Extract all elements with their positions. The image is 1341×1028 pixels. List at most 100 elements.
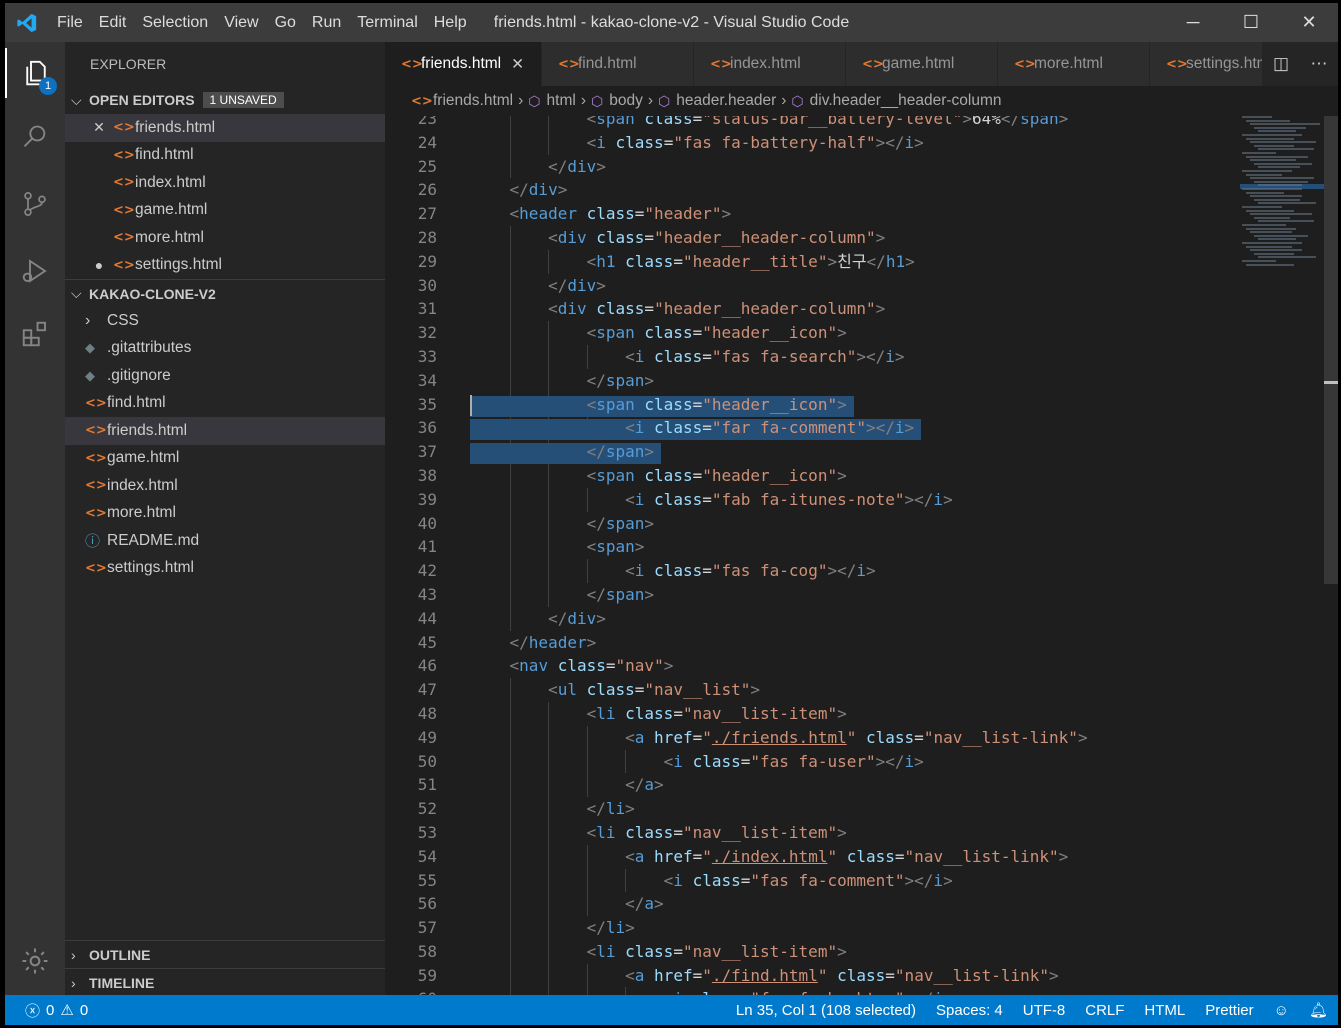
code-line: 60 <i class="fas fa-hashtag"></i>: [385, 987, 1235, 995]
minimize-icon[interactable]: ─: [1164, 3, 1222, 42]
menu-terminal[interactable]: Terminal: [349, 3, 425, 42]
file-item[interactable]: <> game.html: [65, 445, 385, 473]
open-editor-item[interactable]: <> index.html: [65, 169, 385, 197]
tab-index[interactable]: <> index.html: [694, 42, 846, 86]
line-number: 52: [417, 799, 437, 819]
unsaved-badge: 1 UNSAVED: [202, 92, 284, 108]
minimap-line: [1254, 126, 1306, 129]
search-icon[interactable]: [5, 112, 65, 162]
code-text: </li>: [586, 799, 635, 819]
tab-game[interactable]: <> game.html: [846, 42, 998, 86]
project-header[interactable]: ⌵ KAKAO-CLONE-V2: [65, 279, 385, 307]
open-editor-item[interactable]: <> more.html: [65, 224, 385, 252]
line-number: 38: [417, 465, 437, 485]
code-editor[interactable]: 23 <span class="status-bar__battery-leve…: [385, 116, 1338, 995]
vertical-scrollbar[interactable]: [1324, 116, 1338, 995]
file-item[interactable]: ⓘ README.md: [65, 527, 385, 555]
line-number: 54: [417, 846, 437, 866]
scrollbar-thumb[interactable]: [1324, 116, 1338, 584]
menu-view[interactable]: View: [216, 3, 266, 42]
split-editor-icon[interactable]: ◫: [1262, 54, 1300, 74]
open-editor-item[interactable]: ● <> settings.html: [65, 252, 385, 280]
run-debug-icon[interactable]: [5, 246, 65, 296]
chevron-down-icon: ⌵: [71, 285, 82, 301]
menu-help[interactable]: Help: [426, 3, 475, 42]
file-item[interactable]: ◆ .gitattributes: [65, 335, 385, 363]
prettier-status[interactable]: Prettier: [1195, 1002, 1263, 1019]
breadcrumb-item[interactable]: ⬡ header.header: [658, 92, 776, 110]
file-item[interactable]: <> friends.html: [65, 417, 385, 445]
code-line: 47 <ul class="nav__list">: [385, 678, 1235, 702]
close-window-icon[interactable]: ✕: [1280, 3, 1338, 42]
code-text: <i class="fas fa-hashtag"></i>: [471, 987, 953, 995]
cursor-position[interactable]: Ln 35, Col 1 (108 selected): [726, 1002, 926, 1019]
more-actions-icon[interactable]: ⋯: [1300, 54, 1338, 74]
file-item[interactable]: ◆ .gitignore: [65, 362, 385, 390]
explorer-icon[interactable]: 1: [5, 48, 65, 98]
breadcrumb-item[interactable]: ⬡ div.header__header-column: [791, 92, 1001, 110]
menu-selection[interactable]: Selection: [134, 3, 216, 42]
menu-run[interactable]: Run: [304, 3, 349, 42]
minimap-line: [1246, 119, 1290, 122]
html-file-icon: <>: [113, 147, 135, 163]
folder-item[interactable]: › CSS: [65, 307, 385, 335]
open-editor-item[interactable]: <> game.html: [65, 197, 385, 225]
line-endings[interactable]: CRLF: [1075, 1002, 1134, 1019]
minimap-line: [1254, 252, 1294, 255]
minimap-line: [1246, 209, 1294, 212]
file-name: game.html: [135, 201, 208, 219]
problems-indicator[interactable]: ⓧ 0 ⚠ 0: [5, 1000, 88, 1021]
extensions-icon[interactable]: [5, 309, 65, 359]
encoding[interactable]: UTF-8: [1013, 1002, 1076, 1019]
outline-header[interactable]: › OUTLINE: [65, 940, 385, 968]
html-file-icon: <>: [710, 56, 732, 72]
notifications-bell-icon[interactable]: 🔔︎: [1299, 1001, 1338, 1019]
file-item[interactable]: <> settings.html: [65, 555, 385, 583]
breadcrumb-item[interactable]: <> friends.html: [411, 92, 513, 110]
tab-friends[interactable]: <> friends.html ✕: [385, 42, 542, 86]
menu-go[interactable]: Go: [267, 3, 304, 42]
file-item[interactable]: <> more.html: [65, 500, 385, 528]
menu-edit[interactable]: Edit: [91, 3, 135, 42]
element-cube-icon: ⬡: [658, 92, 671, 109]
file-name: friends.html: [107, 421, 188, 439]
file-item[interactable]: <> find.html: [65, 390, 385, 418]
error-count: 0: [46, 1001, 55, 1019]
breadcrumb-item[interactable]: ⬡ body: [591, 92, 643, 110]
breadcrumb-item[interactable]: ⬡ html: [528, 92, 576, 110]
tab-more[interactable]: <> more.html: [998, 42, 1150, 86]
code-line: 53 <li class="nav__list-item">: [385, 820, 1235, 845]
tab-label: index.html: [730, 55, 801, 72]
line-number: 55: [417, 870, 437, 890]
file-item[interactable]: <> index.html: [65, 472, 385, 500]
code-line: 39 <i class="fab fa-itunes-note"></i>: [385, 487, 1235, 512]
maximize-icon[interactable]: ☐: [1222, 3, 1280, 42]
language-mode[interactable]: HTML: [1134, 1002, 1195, 1019]
timeline-header[interactable]: › TIMELINE: [65, 968, 385, 995]
feedback-icon[interactable]: ☺: [1264, 1002, 1299, 1019]
close-icon[interactable]: ✕: [91, 119, 107, 136]
source-control-icon[interactable]: [5, 179, 65, 229]
code-line: 26 </div>: [385, 178, 1235, 202]
git-file-icon: ◆: [85, 367, 95, 383]
close-tab-icon[interactable]: ✕: [511, 55, 524, 74]
open-editor-item[interactable]: <> find.html: [65, 142, 385, 170]
file-name: game.html: [107, 449, 180, 467]
code-line: 56 </a>: [385, 892, 1235, 917]
code-text: <a href="./friends.html" class="nav__lis…: [625, 727, 1088, 747]
code-text: <header class="header">: [509, 204, 732, 224]
minimap-line: [1254, 144, 1294, 147]
scrollbar-marker: [1324, 381, 1338, 384]
indentation[interactable]: Spaces: 4: [926, 1002, 1013, 1019]
code-text: </span>: [586, 584, 655, 604]
tab-label: friends.html: [421, 55, 502, 72]
code-text: </a>: [625, 894, 664, 914]
code-text: <span class="header__icon">: [586, 465, 847, 485]
open-editors-header[interactable]: ⌵ OPEN EDITORS 1 UNSAVED: [65, 86, 385, 114]
open-editor-item[interactable]: ✕ <> friends.html: [65, 114, 385, 142]
unsaved-dot-icon[interactable]: ●: [91, 257, 107, 273]
manage-gear-icon[interactable]: [5, 936, 65, 986]
menu-file[interactable]: File: [49, 3, 91, 42]
tab-find[interactable]: <> find.html: [542, 42, 694, 86]
minimap[interactable]: [1240, 116, 1324, 276]
